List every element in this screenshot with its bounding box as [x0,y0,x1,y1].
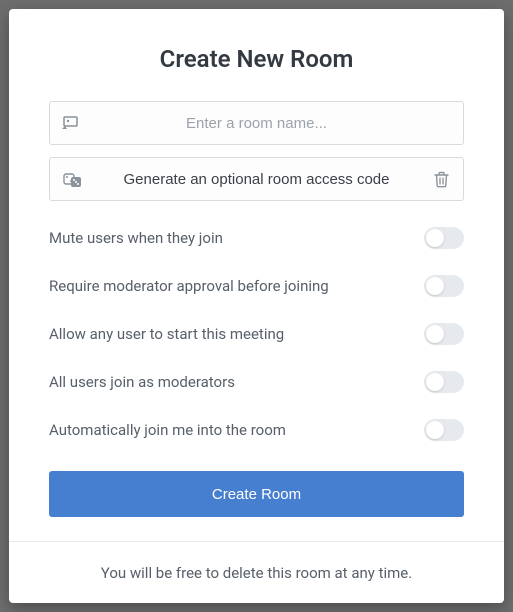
option-label: Mute users when they join [49,229,223,247]
option-label: Automatically join me into the room [49,421,286,439]
option-mute-users: Mute users when they join [49,227,464,249]
create-room-button[interactable]: Create Room [49,471,464,517]
toggle-auto-join[interactable] [424,419,464,441]
create-room-modal: Create New Room [9,9,504,603]
option-label: Require moderator approval before joinin… [49,277,329,295]
dice-icon [62,169,82,189]
trash-icon[interactable] [431,169,451,189]
room-options-list: Mute users when they join Require modera… [49,227,464,441]
modal-body: Create New Room [9,45,504,517]
option-label: All users join as moderators [49,373,235,391]
modal-title: Create New Room [49,45,464,73]
room-icon [61,113,81,133]
modal-footer: You will be free to delete this room at … [9,541,504,610]
toggle-knob [426,229,444,247]
toggle-all-moderators[interactable] [424,371,464,393]
toggle-knob [426,373,444,391]
access-code-wrap: Generate an optional room access code [49,157,464,201]
option-label: Allow any user to start this meeting [49,325,284,343]
toggle-knob [426,277,444,295]
toggle-moderator-approval[interactable] [424,275,464,297]
room-name-field-wrap [49,101,464,145]
toggle-any-user-start[interactable] [424,323,464,345]
toggle-mute-users[interactable] [424,227,464,249]
option-all-moderators: All users join as moderators [49,371,464,393]
generate-access-code-label: Generate an optional room access code [124,171,390,188]
room-name-input[interactable] [49,101,464,145]
option-auto-join: Automatically join me into the room [49,419,464,441]
toggle-knob [426,421,444,439]
toggle-knob [426,325,444,343]
option-any-user-start: Allow any user to start this meeting [49,323,464,345]
footer-text: You will be free to delete this room at … [49,564,464,582]
option-moderator-approval: Require moderator approval before joinin… [49,275,464,297]
generate-access-code-button[interactable]: Generate an optional room access code [49,157,464,201]
